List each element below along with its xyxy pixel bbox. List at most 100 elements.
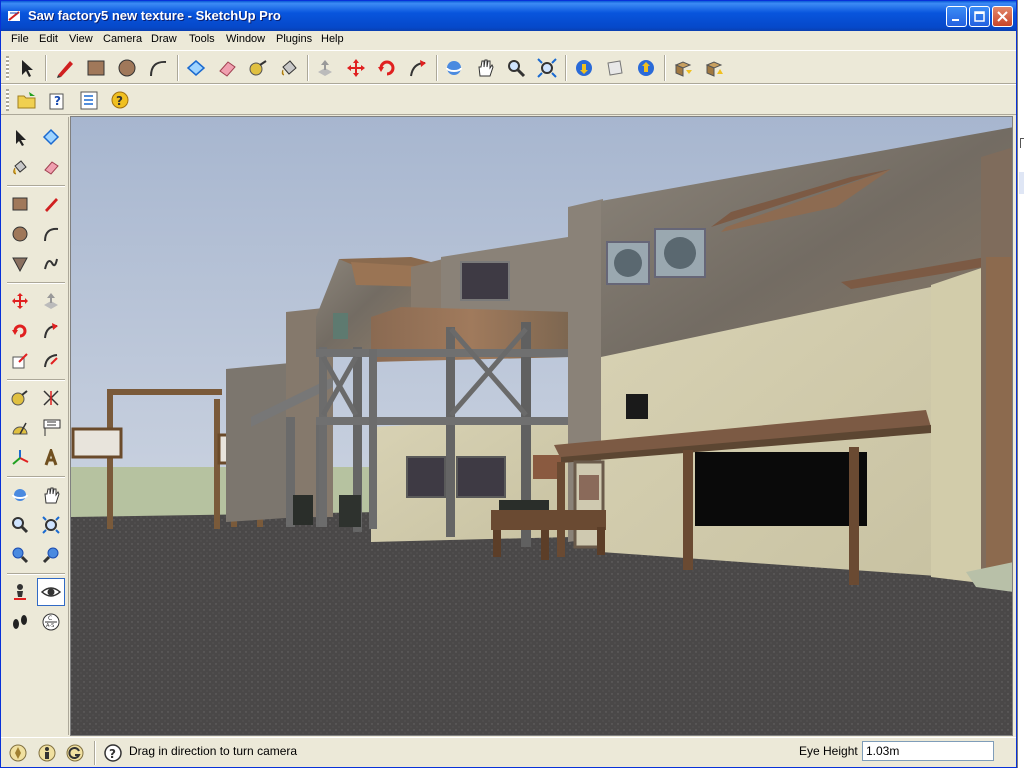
measurements-field[interactable] xyxy=(862,741,994,761)
pencil-tool-button[interactable] xyxy=(51,54,79,82)
position-camera-button[interactable] xyxy=(6,578,34,606)
share-model-button[interactable] xyxy=(601,54,629,82)
eraser-icon xyxy=(44,161,59,175)
outliner-button[interactable] xyxy=(75,86,103,114)
make-component-button[interactable] xyxy=(182,54,210,82)
zoom-tool-button[interactable] xyxy=(6,511,34,539)
arc-tool-button[interactable] xyxy=(37,220,65,248)
geo-location-icon[interactable] xyxy=(8,743,28,763)
move-icon xyxy=(12,293,28,309)
rectangle-tool-button[interactable] xyxy=(82,54,110,82)
menu-tools[interactable]: Tools xyxy=(189,33,215,45)
3d-text-tool-button[interactable] xyxy=(37,444,65,472)
status-message: Drag in direction to turn camera xyxy=(129,744,298,758)
minimize-button[interactable] xyxy=(946,6,967,27)
menu-draw[interactable]: Draw xyxy=(151,33,177,45)
model-info-button[interactable]: ? xyxy=(44,86,72,114)
menu-plugins[interactable]: Plugins xyxy=(276,33,312,45)
rotate-icon xyxy=(12,324,27,338)
look-around-button[interactable] xyxy=(37,578,65,606)
sign-in-icon[interactable] xyxy=(65,743,85,763)
menu-edit[interactable]: Edit xyxy=(39,33,58,45)
orbit-tool-button[interactable] xyxy=(440,54,468,82)
eraser-tool-button[interactable] xyxy=(37,153,65,181)
freehand-tool-button[interactable] xyxy=(37,250,65,278)
make-component-button[interactable] xyxy=(37,123,65,151)
protractor-tool-button[interactable] xyxy=(6,414,34,442)
credits-icon[interactable] xyxy=(37,743,57,763)
circle-tool-button[interactable] xyxy=(113,54,141,82)
tape-measure-button[interactable] xyxy=(6,384,34,412)
3d-warehouse-button[interactable] xyxy=(570,54,598,82)
select-tool-button[interactable] xyxy=(6,123,34,151)
text-icon xyxy=(43,419,61,436)
polygon-tool-button[interactable] xyxy=(6,250,34,278)
paint-bucket-button[interactable] xyxy=(6,153,34,181)
share-component-button[interactable] xyxy=(700,54,728,82)
open-folder-icon xyxy=(17,92,36,109)
rotate-tool-button[interactable] xyxy=(6,317,34,345)
push-pull-button[interactable] xyxy=(37,287,65,315)
menu-window[interactable]: Window xyxy=(226,33,265,45)
follow-me-button[interactable] xyxy=(404,54,432,82)
eraser-tool-button[interactable] xyxy=(213,54,241,82)
model-viewport[interactable] xyxy=(70,116,1013,736)
arc-icon xyxy=(44,227,59,242)
zoom-tool-button[interactable] xyxy=(502,54,530,82)
freehand-icon xyxy=(44,258,58,270)
move-tool-button[interactable] xyxy=(342,54,370,82)
toolbar-grip[interactable] xyxy=(6,56,9,80)
section-plane-button[interactable]: C A-S xyxy=(37,608,65,636)
zoom-window-button[interactable] xyxy=(37,511,65,539)
scale-tool-button[interactable] xyxy=(6,347,34,375)
get-component-button[interactable] xyxy=(669,54,697,82)
previous-view-button[interactable] xyxy=(6,541,34,569)
toolbar-grip[interactable] xyxy=(6,89,9,111)
zoom-icon xyxy=(508,60,526,78)
maximize-button[interactable] xyxy=(969,6,990,27)
select-icon xyxy=(16,130,26,146)
offset-tool-button[interactable] xyxy=(37,347,65,375)
menu-view[interactable]: View xyxy=(69,33,93,45)
next-view-button[interactable] xyxy=(37,541,65,569)
follow-me-icon xyxy=(44,323,58,339)
menu-camera[interactable]: Camera xyxy=(103,33,142,45)
svg-text:C: C xyxy=(48,615,52,622)
help-button[interactable]: ? xyxy=(106,86,134,114)
paint-bucket-button[interactable] xyxy=(275,54,303,82)
help-icon[interactable]: ? xyxy=(103,743,123,763)
arc-tool-button[interactable] xyxy=(144,54,172,82)
tape-measure-button[interactable] xyxy=(244,54,272,82)
title-bar[interactable]: Saw factory5 new texture - SketchUp Pro xyxy=(1,1,1016,31)
get-models-button[interactable] xyxy=(632,54,660,82)
walk-tool-button[interactable] xyxy=(6,608,34,636)
menu-file[interactable]: File xyxy=(11,33,29,45)
select-icon xyxy=(22,60,33,77)
open-button[interactable] xyxy=(13,86,41,114)
menu-help[interactable]: Help xyxy=(321,33,344,45)
follow-me-icon xyxy=(410,60,426,77)
rotate-tool-button[interactable] xyxy=(373,54,401,82)
axes-tool-button[interactable] xyxy=(6,444,34,472)
push-pull-button[interactable] xyxy=(311,54,339,82)
zoom-extents-button[interactable] xyxy=(533,54,561,82)
circle-tool-button[interactable] xyxy=(6,220,34,248)
select-tool-button[interactable] xyxy=(13,54,41,82)
protractor-icon xyxy=(12,422,28,435)
zoom-icon xyxy=(12,517,29,534)
circle-icon xyxy=(12,226,28,242)
close-button[interactable] xyxy=(992,6,1013,27)
rectangle-tool-button[interactable] xyxy=(6,190,34,218)
rectangle-icon xyxy=(12,197,28,211)
line-tool-button[interactable] xyxy=(37,190,65,218)
secondary-toolbar: ? ? xyxy=(1,84,1016,115)
walk-icon xyxy=(13,615,27,629)
follow-me-button[interactable] xyxy=(37,317,65,345)
pan-tool-button[interactable] xyxy=(471,54,499,82)
move-tool-button[interactable] xyxy=(6,287,34,315)
dimension-tool-button[interactable] xyxy=(37,384,65,412)
text-tool-button[interactable] xyxy=(37,414,65,442)
pan-tool-button[interactable] xyxy=(37,481,65,509)
measurements-label: Eye Height xyxy=(799,744,858,758)
orbit-tool-button[interactable] xyxy=(6,481,34,509)
